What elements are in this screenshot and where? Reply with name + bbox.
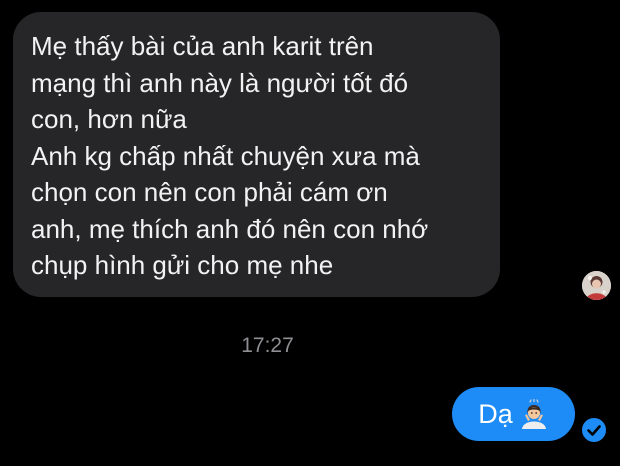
incoming-message-line: anh, mẹ thích anh đó nên con nhớ	[31, 213, 429, 244]
gesturing-person-emoji-icon	[519, 399, 549, 429]
contact-avatar-icon[interactable]	[582, 271, 611, 300]
incoming-message-line: Anh kg chấp nhất chuyện xưa mà	[31, 140, 420, 171]
incoming-message-line: mạng thì anh này là người tốt đó	[31, 67, 409, 98]
incoming-message-line: chụp hình gửi cho mẹ nhe	[31, 250, 334, 280]
incoming-message-bubble[interactable]: Mẹ thấy bài của anh karit trên mạng thì …	[13, 12, 500, 297]
incoming-message-line: Mẹ thấy bài của anh karit trên	[31, 31, 374, 61]
incoming-message-line: con, hơn nữa	[31, 104, 187, 134]
incoming-message-line: chọn con nên con phải cám ơn	[31, 177, 388, 207]
outgoing-message-bubble[interactable]: Dạ	[452, 387, 575, 441]
checkmark-circle-icon	[581, 417, 607, 443]
message-timestamp: 17:27	[241, 334, 294, 357]
outgoing-message-text: Dạ	[478, 398, 513, 429]
